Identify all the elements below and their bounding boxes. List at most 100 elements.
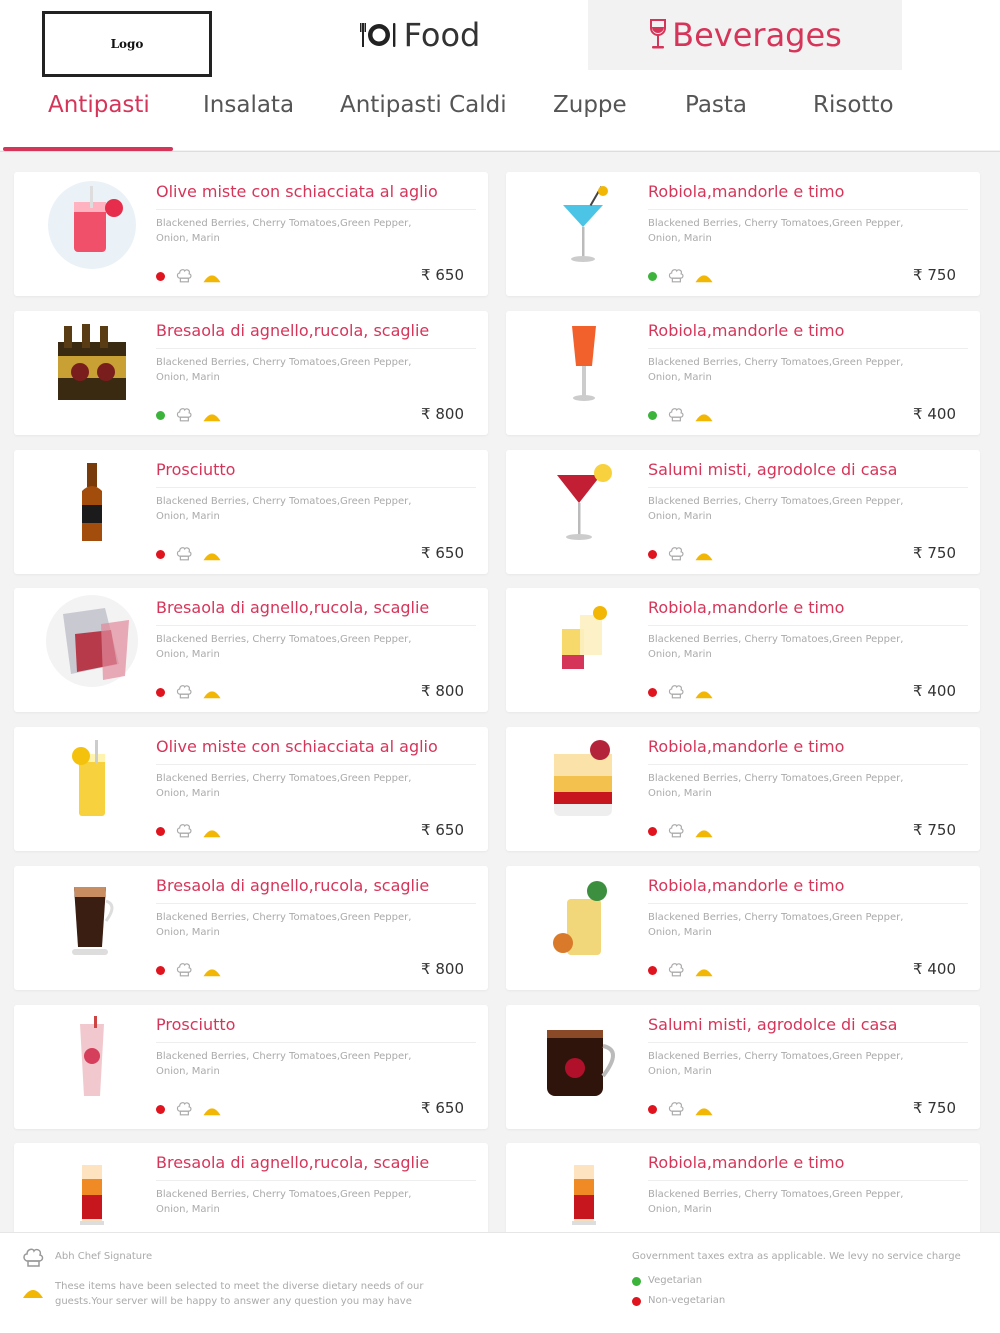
item-description: Blackened Berries, Cherry Tomatoes,Green…	[156, 496, 412, 522]
spice-icon	[202, 547, 222, 566]
nonveg-dot-icon	[648, 966, 657, 975]
item-image	[534, 458, 634, 548]
item-title: Olive miste con schiacciata al aglio	[156, 737, 438, 756]
tabs-divider	[0, 151, 1000, 152]
spice-icon	[22, 1285, 44, 1304]
tab-zuppe[interactable]: Zuppe	[553, 92, 627, 118]
item-footer: ₹ 650	[156, 821, 476, 839]
tab-antipasti-caldi[interactable]: Antipasti Caldi	[340, 92, 507, 118]
tab-antipasti[interactable]: Antipasti	[48, 92, 150, 118]
item-image	[42, 458, 142, 548]
menu-item-card[interactable]: Bresaola di agnello,rucola, scaglie Black…	[14, 866, 488, 990]
menu-item-card[interactable]: Salumi misti, agrodolce di casa Blackened…	[506, 450, 980, 574]
item-title: Prosciutto	[156, 1015, 236, 1034]
tab-insalata[interactable]: Insalata	[203, 92, 294, 118]
item-title: Robiola,mandorle e timo	[648, 737, 845, 756]
plate-cutlery-icon	[359, 20, 398, 50]
nonveg-dot-icon	[156, 688, 165, 697]
item-title: Robiola,mandorle e timo	[648, 1153, 845, 1172]
veg-dot-icon	[632, 1277, 641, 1286]
spice-icon	[694, 408, 714, 427]
chef-hat-icon	[668, 1101, 684, 1121]
item-description: Blackened Berries, Cherry Tomatoes,Green…	[648, 218, 904, 244]
item-divider	[648, 487, 968, 488]
wine-glass-icon	[648, 18, 668, 52]
chef-hat-icon	[176, 823, 192, 843]
item-description: Blackened Berries, Cherry Tomatoes,Green…	[156, 912, 412, 938]
chef-hat-icon	[176, 962, 192, 982]
chef-hat-icon	[22, 1247, 44, 1273]
item-description: Blackened Berries, Cherry Tomatoes,Green…	[648, 1051, 904, 1077]
item-title: Robiola,mandorle e timo	[648, 876, 845, 895]
item-description: Blackened Berries, Cherry Tomatoes,Green…	[156, 1189, 412, 1215]
item-divider	[156, 903, 476, 904]
item-title: Robiola,mandorle e timo	[648, 182, 845, 201]
spice-icon	[202, 1102, 222, 1121]
tax-note: Government taxes extra as applicable. We…	[632, 1251, 961, 1262]
menu-item-card[interactable]: Robiola,mandorle e timo Blackened Berries…	[506, 727, 980, 851]
item-footer: ₹ 650	[156, 544, 476, 562]
item-footer: ₹ 800	[156, 960, 476, 978]
item-divider	[648, 764, 968, 765]
item-divider	[156, 1180, 476, 1181]
spice-icon	[694, 269, 714, 288]
item-description: Blackened Berries, Cherry Tomatoes,Green…	[156, 1051, 412, 1077]
chef-hat-icon	[668, 962, 684, 982]
nonveg-dot-icon	[648, 1105, 657, 1114]
menu-item-card[interactable]: Prosciutto Blackened Berries, Cherry Toma…	[14, 1005, 488, 1129]
tab-pasta[interactable]: Pasta	[685, 92, 747, 118]
menu-item-card[interactable]: Olive miste con schiacciata al aglio Blac…	[14, 727, 488, 851]
menu-item-card[interactable]: Olive miste con schiacciata al aglio Blac…	[14, 172, 488, 296]
item-price: ₹ 800	[421, 682, 464, 700]
item-title: Robiola,mandorle e timo	[648, 321, 845, 340]
spice-icon	[202, 824, 222, 843]
item-divider	[156, 348, 476, 349]
spice-icon	[694, 685, 714, 704]
veg-dot-icon	[648, 272, 657, 281]
menu-footer: Abh Chef Signature These items have been…	[0, 1232, 1000, 1333]
app-header: Logo Food Beverages Antipasti Insalata A…	[0, 0, 1000, 152]
item-price: ₹ 800	[421, 405, 464, 423]
item-image	[42, 874, 142, 964]
item-divider	[156, 1042, 476, 1043]
menu-item-card[interactable]: Salumi misti, agrodolce di casa Blackened…	[506, 1005, 980, 1129]
menu-item-card[interactable]: Robiola,mandorle e timo Blackened Berries…	[506, 172, 980, 296]
section-tab-food[interactable]: Food	[300, 0, 540, 70]
item-title: Bresaola di agnello,rucola, scaglie	[156, 876, 430, 895]
item-price: ₹ 650	[421, 544, 464, 562]
chef-hat-icon	[176, 546, 192, 566]
menu-item-card[interactable]: Bresaola di agnello,rucola, scaglie Black…	[14, 588, 488, 712]
menu-item-card[interactable]: Prosciutto Blackened Berries, Cherry Toma…	[14, 450, 488, 574]
category-tabs: Antipasti Insalata Antipasti Caldi Zuppe…	[0, 84, 1000, 152]
item-footer: ₹ 800	[156, 682, 476, 700]
item-price: ₹ 750	[913, 1099, 956, 1117]
item-title: Bresaola di agnello,rucola, scaglie	[156, 321, 430, 340]
nonveg-dot-icon	[156, 966, 165, 975]
section-label-beverages: Beverages	[672, 16, 842, 54]
item-title: Bresaola di agnello,rucola, scaglie	[156, 598, 430, 617]
menu-item-card[interactable]: Bresaola di agnello,rucola, scaglie Black…	[14, 311, 488, 435]
item-price: ₹ 400	[913, 682, 956, 700]
spice-icon	[202, 408, 222, 427]
item-description: Blackened Berries, Cherry Tomatoes,Green…	[156, 773, 412, 799]
item-description: Blackened Berries, Cherry Tomatoes,Green…	[648, 773, 904, 799]
tab-risotto[interactable]: Risotto	[813, 92, 894, 118]
nonveg-dot-icon	[632, 1297, 641, 1306]
menu-item-card[interactable]: Robiola,mandorle e timo Blackened Berries…	[506, 866, 980, 990]
menu-item-card[interactable]: Robiola,mandorle e timo Blackened Berries…	[506, 311, 980, 435]
item-image	[534, 735, 634, 825]
veg-dot-icon	[156, 411, 165, 420]
item-image	[42, 735, 142, 825]
menu-item-card[interactable]: Robiola,mandorle e timo Blackened Berries…	[506, 588, 980, 712]
logo: Logo	[42, 11, 212, 77]
section-tab-beverages[interactable]: Beverages	[588, 0, 902, 70]
legend-nonveg-label: Non-vegetarian	[648, 1295, 726, 1306]
item-image	[534, 596, 634, 686]
item-title: Salumi misti, agrodolce di casa	[648, 1015, 898, 1034]
item-footer: ₹ 400	[648, 682, 968, 700]
item-image	[534, 319, 634, 409]
chef-hat-icon	[176, 684, 192, 704]
item-image	[534, 1151, 634, 1241]
item-title: Bresaola di agnello,rucola, scaglie	[156, 1153, 430, 1172]
spice-icon	[694, 824, 714, 843]
